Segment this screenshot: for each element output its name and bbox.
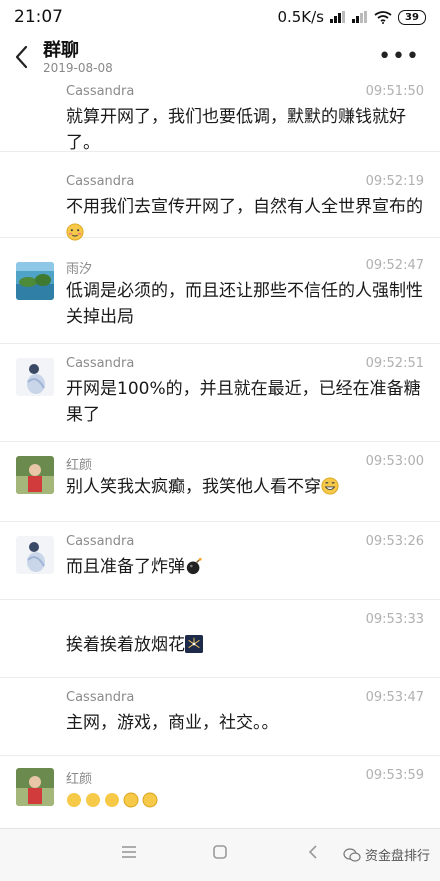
battery-icon: 39 bbox=[398, 9, 426, 25]
avatar[interactable] bbox=[16, 536, 54, 574]
status-time: 21:07 bbox=[14, 7, 63, 27]
emoji-row bbox=[66, 792, 158, 808]
message-sender: 红颜 bbox=[66, 458, 93, 473]
message-time: 09:53:33 bbox=[365, 612, 424, 627]
smile-emoji-icon bbox=[123, 792, 139, 808]
message-item[interactable]: Cassandra 09:51:50 就算开网了，我们也要低调，默默的赚钱就好了… bbox=[0, 82, 440, 153]
message-time: 09:53:26 bbox=[365, 534, 424, 549]
message-text: 挨着挨着放烟花 bbox=[66, 635, 185, 655]
clap-emoji-icon bbox=[67, 793, 81, 807]
message-sender: Cassandra bbox=[66, 534, 135, 549]
status-bar: 21:07 0.5K/s 39 bbox=[0, 0, 440, 34]
bomb-emoji-icon bbox=[186, 557, 202, 575]
message-item[interactable]: Cassandra 09:53:26 而且准备了炸弹 bbox=[0, 522, 440, 600]
message-text: 主网，游戏，商业，社交。。 bbox=[66, 713, 279, 733]
avatar[interactable] bbox=[16, 262, 54, 300]
message-item[interactable]: Cassandra 09:52:19 不用我们去宣传开网了，自然有人全世界宣布的 bbox=[0, 152, 440, 241]
clap-emoji-icon bbox=[105, 793, 119, 807]
message-sender: 红颜 bbox=[66, 772, 93, 787]
watermark-text: 资金盘排行 bbox=[364, 849, 430, 864]
message-item[interactable]: 红颜 09:53:59 bbox=[0, 756, 440, 828]
message-text: 不用我们去宣传开网了，自然有人全世界宣布的 bbox=[66, 197, 423, 217]
message-sender: 雨汐 bbox=[66, 262, 93, 277]
message-sender: Cassandra bbox=[66, 690, 135, 705]
wechat-icon bbox=[343, 847, 361, 862]
message-time: 09:53:59 bbox=[365, 768, 424, 783]
message-item[interactable]: 红颜 09:53:00 别人笑我太疯癫，我笑他人看不穿 bbox=[0, 442, 440, 522]
message-item[interactable]: 雨汐 09:52:47 低调是必须的，而且还让那些不信任的人强制性关掉出局 bbox=[0, 238, 440, 344]
message-time: 09:52:19 bbox=[365, 174, 424, 189]
message-sender: Cassandra bbox=[66, 174, 135, 189]
watermark: 资金盘排行 bbox=[343, 845, 430, 864]
signal-icon-2 bbox=[352, 11, 367, 23]
message-body: 别人笑我太疯癫，我笑他人看不穿 bbox=[66, 474, 424, 500]
network-speed: 0.5K/s bbox=[277, 8, 324, 26]
message-time: 09:52:47 bbox=[365, 258, 424, 273]
message-item[interactable]: Cassandra 09:52:51 开网是100%的，并且就在最近，已经在准备… bbox=[0, 344, 440, 442]
message-text: 别人笑我太疯癫，我笑他人看不穿 bbox=[66, 477, 321, 497]
back-nav-icon[interactable] bbox=[304, 843, 322, 861]
more-options-icon[interactable]: ••• bbox=[378, 44, 420, 69]
chat-header: 群聊 2019-08-08 ••• bbox=[0, 34, 440, 82]
fireworks-emoji-icon bbox=[185, 635, 203, 653]
message-sender: Cassandra bbox=[66, 84, 135, 99]
wifi-icon bbox=[374, 10, 392, 24]
clap-emoji-icon bbox=[86, 793, 100, 807]
system-nav-bar: 资金盘排行 bbox=[0, 828, 440, 881]
message-sender: Cassandra bbox=[66, 356, 135, 371]
back-icon[interactable] bbox=[12, 44, 32, 70]
signal-icon bbox=[330, 11, 345, 23]
message-time: 09:53:47 bbox=[365, 690, 424, 705]
message-text: 低调是必须的，而且还让那些不信任的人强制性关掉出局 bbox=[66, 281, 423, 327]
message-item[interactable]: Cassandra 09:53:47 主网，游戏，商业，社交。。 bbox=[0, 678, 440, 756]
message-time: 09:51:50 bbox=[365, 84, 424, 99]
menu-icon[interactable] bbox=[120, 843, 138, 861]
message-body: 而且准备了炸弹 bbox=[66, 554, 424, 580]
grin-emoji-icon bbox=[321, 477, 339, 495]
chat-title: 群聊 bbox=[43, 40, 79, 61]
message-body: 挨着挨着放烟花 bbox=[66, 632, 424, 658]
message-text: 而且准备了炸弹 bbox=[66, 557, 185, 577]
message-time: 09:53:00 bbox=[365, 454, 424, 469]
message-text: 开网是100%的，并且就在最近，已经在准备糖果了 bbox=[66, 379, 421, 425]
smile-emoji-icon bbox=[142, 792, 158, 808]
status-right: 0.5K/s 39 bbox=[277, 8, 426, 26]
message-time: 09:52:51 bbox=[365, 356, 424, 371]
chat-date: 2019-08-08 bbox=[43, 61, 113, 75]
avatar[interactable] bbox=[16, 358, 54, 396]
avatar[interactable] bbox=[16, 456, 54, 494]
message-text: 就算开网了，我们也要低调，默默的赚钱就好了。 bbox=[66, 107, 406, 153]
message-item[interactable]: 09:53:33 挨着挨着放烟花 bbox=[0, 600, 440, 678]
avatar[interactable] bbox=[16, 768, 54, 806]
message-list[interactable]: Cassandra 09:51:50 就算开网了，我们也要低调，默默的赚钱就好了… bbox=[0, 82, 440, 828]
home-icon[interactable] bbox=[211, 843, 229, 861]
